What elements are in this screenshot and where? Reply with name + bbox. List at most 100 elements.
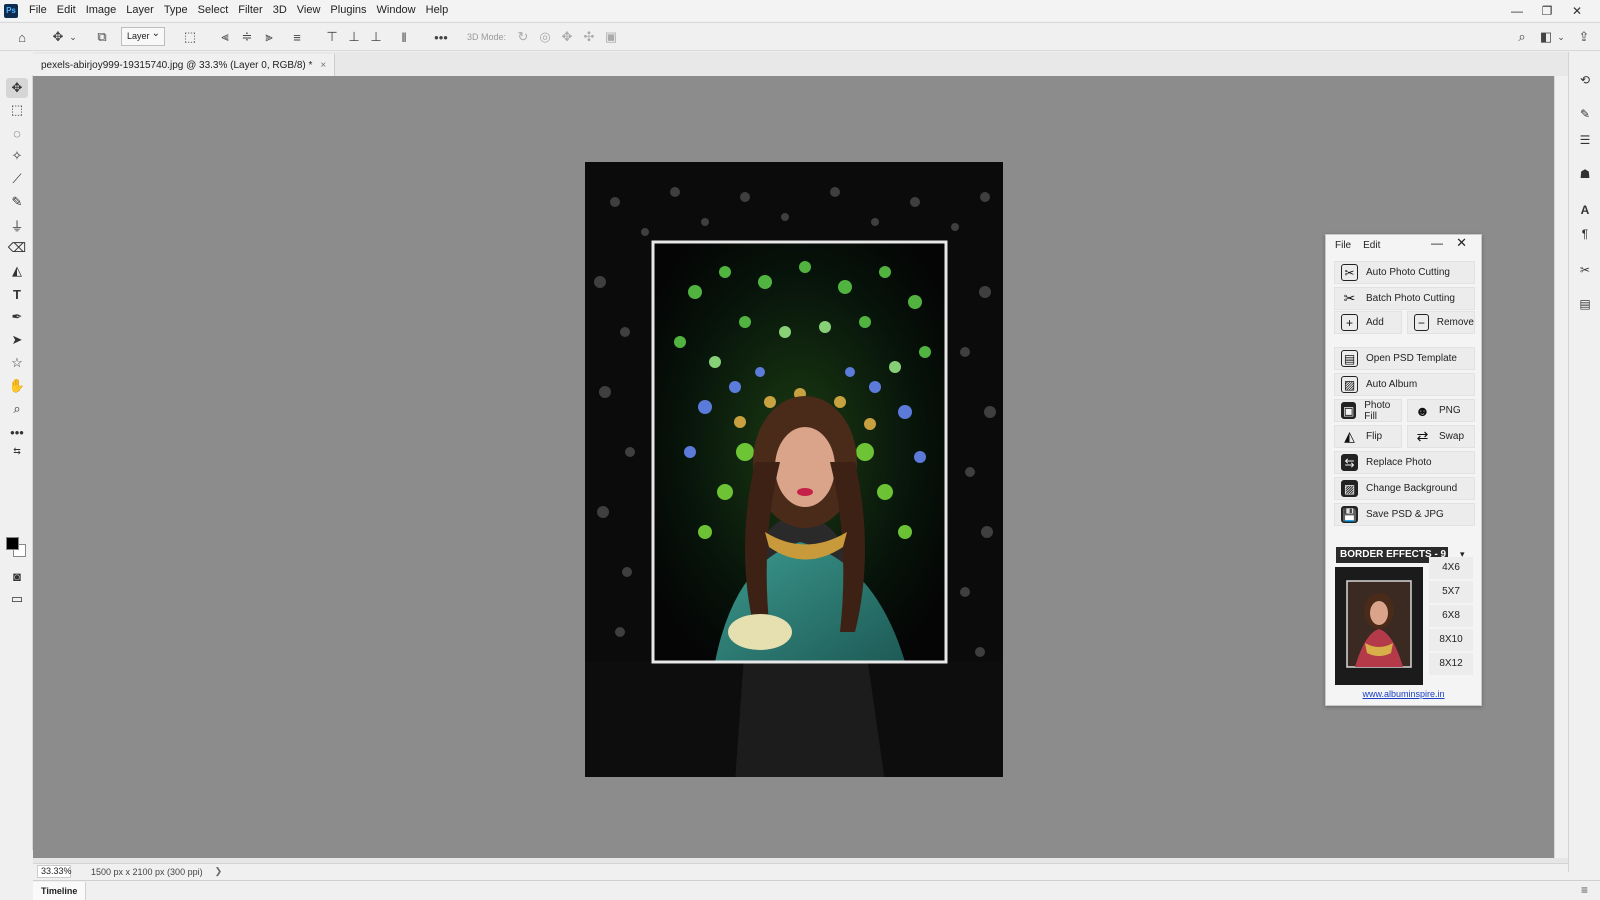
menu-filter[interactable]: Filter (233, 0, 267, 21)
align-top-icon[interactable]: ⊤ (323, 27, 341, 47)
edit-toolbar-icon[interactable]: ••• (6, 422, 28, 442)
remove-button[interactable]: − Remove (1407, 311, 1475, 334)
quick-mask-icon[interactable]: ◙ (6, 566, 28, 586)
3d-orbit-icon[interactable]: ↻ (514, 27, 532, 47)
change-background-button[interactable]: ▨ Change Background (1334, 477, 1475, 500)
character-panel-icon[interactable]: A (1575, 200, 1595, 220)
menu-3d[interactable]: 3D (268, 0, 292, 21)
size-6x8-button[interactable]: 6X8 (1429, 605, 1473, 627)
size-5x7-button[interactable]: 5X7 (1429, 581, 1473, 603)
menu-window[interactable]: Window (372, 0, 421, 21)
magic-wand-tool-icon[interactable]: ✧ (6, 146, 28, 166)
marquee-tool-icon[interactable]: ⬚ (6, 100, 28, 120)
size-4x6-button[interactable]: 4X6 (1429, 557, 1473, 579)
flip-button[interactable]: ◭ Flip (1334, 425, 1402, 448)
paint-bucket-tool-icon[interactable]: ◭ (6, 261, 28, 281)
type-tool-icon[interactable]: T (6, 284, 28, 304)
hand-tool-icon[interactable]: ✋ (6, 376, 28, 396)
foreground-color-swatch[interactable] (6, 537, 19, 550)
size-8x10-button[interactable]: 8X10 (1429, 629, 1473, 651)
auto-album-button[interactable]: ▨ Auto Album (1334, 373, 1475, 396)
move-tool-options-icon[interactable]: ✥ (48, 27, 68, 47)
distribute-icon[interactable]: ≡ (288, 27, 306, 47)
zoom-level-field[interactable]: 33.33% (37, 865, 72, 878)
menu-layer[interactable]: Layer (121, 0, 159, 21)
open-psd-template-button[interactable]: ▤ Open PSD Template (1334, 347, 1475, 370)
more-options-icon[interactable]: ••• (430, 27, 452, 47)
eyedropper-tool-icon[interactable]: ⟋ (6, 169, 28, 189)
menu-view[interactable]: View (292, 0, 326, 21)
brush-settings-icon[interactable]: ✎ (1575, 104, 1595, 124)
align-center-icon[interactable]: ≑ (238, 27, 256, 47)
album-plugin-panel: File Edit — ✕ ✂ Auto Photo Cutting ✂ Bat… (1325, 234, 1482, 706)
close-window-button[interactable]: ✕ (1562, 4, 1592, 18)
history-panel-icon[interactable]: ⟲ (1575, 70, 1595, 90)
menu-help[interactable]: Help (421, 0, 454, 21)
close-tab-icon[interactable]: × (320, 60, 326, 71)
align-middle-icon[interactable]: ⊥ (345, 27, 363, 47)
adjustments-icon[interactable]: ☰ (1575, 130, 1595, 150)
plugin-close-button[interactable]: ✕ (1456, 235, 1467, 251)
tools-settings-icon[interactable]: ✂ (1575, 260, 1595, 280)
align-right-icon[interactable]: ⫸ (260, 27, 278, 47)
menu-image[interactable]: Image (81, 0, 122, 21)
workspace-icon[interactable]: ◧ (1536, 27, 1556, 47)
menu-edit[interactable]: Edit (52, 0, 81, 21)
menu-file[interactable]: File (24, 0, 52, 21)
restore-window-button[interactable]: ❐ (1532, 4, 1562, 18)
move-tool-icon[interactable]: ✥ (6, 78, 28, 98)
plugin-minimize-button[interactable]: — (1431, 236, 1443, 250)
auto-select-layer-dropdown[interactable]: Layer (121, 25, 165, 46)
chevron-down-icon[interactable]: ⌄ (1556, 27, 1566, 47)
minimize-window-button[interactable]: — (1502, 4, 1532, 18)
properties-panel-icon[interactable]: ▤ (1575, 294, 1595, 314)
share-icon[interactable]: ⇪ (1574, 27, 1594, 47)
3d-camera-icon[interactable]: ▣ (602, 27, 620, 47)
save-psd-jpg-button[interactable]: 💾 Save PSD & JPG (1334, 503, 1475, 526)
libraries-icon[interactable]: ☗ (1575, 164, 1595, 184)
plugin-menu-file[interactable]: File (1335, 240, 1351, 251)
3d-slide-icon[interactable]: ✣ (580, 27, 598, 47)
plugin-menu-edit[interactable]: Edit (1363, 240, 1380, 251)
border-effect-preview-thumbnail[interactable] (1335, 567, 1423, 685)
plugin-website-link[interactable]: www.albuminspire.in (1326, 689, 1481, 699)
screen-mode-icon[interactable]: ▭ (6, 589, 28, 609)
document-photo[interactable] (585, 162, 1003, 777)
menu-type[interactable]: Type (159, 0, 193, 21)
distribute-vertical-icon[interactable]: ‖ (395, 27, 413, 47)
search-icon[interactable]: ⌕ (1512, 27, 1532, 47)
document-tab[interactable]: pexels-abirjoy999-19315740.jpg @ 33.3% (… (33, 54, 336, 76)
size-8x12-button[interactable]: 8X12 (1429, 653, 1473, 675)
menu-select[interactable]: Select (193, 0, 234, 21)
brush-tool-icon[interactable]: ✎ (6, 192, 28, 212)
replace-photo-button[interactable]: ⇆ Replace Photo (1334, 451, 1475, 474)
add-button[interactable]: + Add (1334, 311, 1402, 334)
stamp-tool-icon[interactable]: ⏚ (6, 215, 28, 235)
align-bottom-icon[interactable]: ⊥ (367, 27, 385, 47)
auto-photo-cutting-button[interactable]: ✂ Auto Photo Cutting (1334, 261, 1475, 284)
3d-pan-icon[interactable]: ✥ (558, 27, 576, 47)
vertical-scrollbar[interactable] (1554, 76, 1568, 863)
panel-menu-icon[interactable]: ≡ (1581, 883, 1588, 897)
shape-tool-icon[interactable]: ☆ (6, 353, 28, 373)
transform-controls-icon[interactable]: ⬚ (180, 27, 200, 47)
zoom-tool-icon[interactable]: ⌕ (6, 399, 28, 419)
pen-tool-icon[interactable]: ✒ (6, 307, 28, 327)
lasso-tool-icon[interactable]: ◌ (6, 123, 28, 143)
png-button[interactable]: ☻ PNG (1407, 399, 1475, 422)
batch-photo-cutting-button[interactable]: ✂ Batch Photo Cutting (1334, 287, 1475, 310)
auto-select-layers-icon[interactable]: ⧉ (92, 27, 112, 47)
status-menu-arrow-icon[interactable]: ❯ (215, 866, 223, 877)
swap-button[interactable]: ⇄ Swap (1407, 425, 1475, 448)
align-left-icon[interactable]: ⫷ (216, 27, 234, 47)
eraser-tool-icon[interactable]: ⌫ (6, 238, 28, 258)
menu-plugins[interactable]: Plugins (325, 0, 371, 21)
3d-roll-icon[interactable]: ◎ (536, 27, 554, 47)
swap-colors-icon[interactable]: ⇆ (6, 441, 28, 461)
paragraph-panel-icon[interactable]: ¶ (1575, 224, 1595, 244)
timeline-tab[interactable]: Timeline (33, 882, 87, 900)
home-icon[interactable]: ⌂ (12, 27, 32, 47)
path-selection-tool-icon[interactable]: ➤ (6, 330, 28, 350)
photo-fill-button[interactable]: ▣ Photo Fill (1334, 399, 1402, 422)
chevron-down-icon[interactable]: ⌄ (68, 27, 78, 47)
